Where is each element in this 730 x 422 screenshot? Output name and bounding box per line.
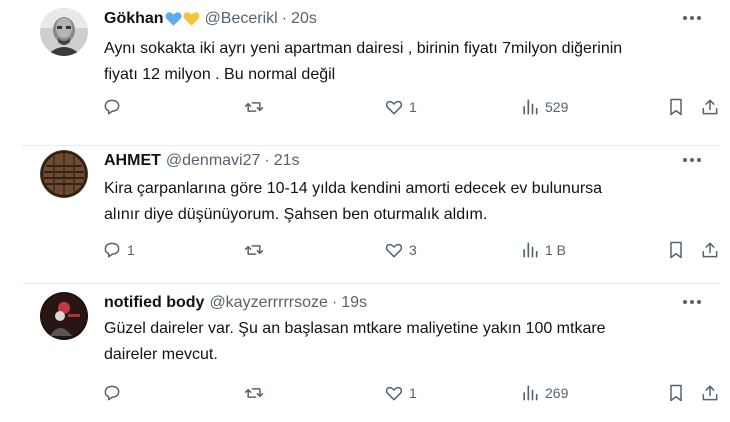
tweet-text-line: daireler mevcut. (104, 346, 218, 363)
retweet-icon (244, 102, 264, 112)
more-icon[interactable] (682, 12, 702, 24)
share-icon (702, 385, 718, 401)
author-handle[interactable]: @Becerikl (205, 10, 278, 28)
like-count: 3 (409, 242, 417, 258)
views-button[interactable]: 269 (520, 379, 568, 407)
share-icon (702, 242, 718, 258)
views-icon (523, 242, 538, 258)
tweet-text-line: Kira çarpanlarına göre 10-14 yılda kendi… (104, 180, 603, 197)
views-icon (523, 385, 538, 401)
reply-button[interactable]: 1 (102, 236, 135, 264)
reply-icon (104, 242, 120, 258)
bookmark-icon (670, 384, 682, 402)
tweet-text-line: Aynı sokakta iki ayrı yeni apartman dair… (104, 40, 623, 57)
separator-dot: · (281, 10, 288, 27)
bookmark-icon (670, 241, 682, 259)
retweet-button[interactable] (244, 379, 269, 407)
like-count: 1 (409, 385, 417, 401)
blue-heart-icon (165, 12, 182, 26)
bookmark-button[interactable] (666, 93, 686, 121)
share-button[interactable] (700, 93, 720, 121)
tweet-header: notified body @kayzerrrrrsoze · 19s (104, 292, 367, 314)
share-icon (702, 99, 718, 115)
tweet-text-line: fiyatı 12 milyon . Bu normal değil (104, 66, 336, 83)
yellow-heart-icon (183, 12, 200, 26)
bookmark-button[interactable] (666, 379, 686, 407)
author-handle[interactable]: @kayzerrrrrsoze (209, 294, 327, 312)
like-button[interactable]: 1 (384, 93, 417, 121)
author-name[interactable]: Gökhan (104, 10, 164, 28)
bookmark-button[interactable] (666, 236, 686, 264)
retweet-icon (244, 245, 264, 255)
retweet-button[interactable] (244, 236, 269, 264)
tweet-header: Gökhan @Becerikl · 20s (104, 8, 317, 30)
like-icon (385, 386, 403, 401)
reply-icon (104, 385, 120, 401)
tweet-feed: Gökhan @Becerikl · 20s Aynı sokakta iki … (0, 0, 730, 420)
views-button[interactable]: 1 B (520, 236, 566, 264)
tweet-text: Aynı sokakta iki ayrı yeni apartman dair… (104, 36, 694, 88)
tweet-text: Güzel daireler var. Şu an başlasan mtkar… (104, 316, 694, 368)
reply-count: 1 (127, 242, 135, 258)
share-button[interactable] (700, 379, 720, 407)
author-name[interactable]: notified body (104, 294, 204, 312)
like-icon (385, 243, 403, 258)
timestamp[interactable]: 19s (341, 294, 367, 312)
reply-button[interactable] (102, 379, 127, 407)
more-icon[interactable] (682, 154, 702, 166)
avatar-notified-body[interactable] (40, 292, 88, 340)
tweet-text-line: Güzel daireler var. Şu an başlasan mtkar… (104, 320, 606, 337)
separator-dot: · (331, 294, 338, 311)
action-bar: 1 3 1 B (92, 236, 722, 264)
tweet-text-line: alınır diye düşünüyorum. Şahsen ben otur… (104, 206, 488, 223)
timestamp[interactable]: 21s (274, 152, 300, 170)
bookmark-icon (670, 98, 682, 116)
avatar-ahmet[interactable] (40, 150, 88, 198)
author-name[interactable]: AHMET (104, 152, 161, 170)
timestamp[interactable]: 20s (291, 10, 317, 28)
tweet-text: Kira çarpanlarına göre 10-14 yılda kendi… (104, 176, 694, 228)
view-count: 269 (545, 385, 569, 401)
view-count: 529 (545, 99, 569, 115)
views-button[interactable]: 529 (520, 93, 568, 121)
retweet-button[interactable] (244, 93, 269, 121)
tweet-2[interactable]: AHMET @denmavi27 · 21s Kira çarpanlarına… (22, 146, 720, 284)
reply-icon (104, 99, 120, 115)
retweet-icon (244, 388, 264, 398)
like-count: 1 (409, 99, 417, 115)
reply-button[interactable] (102, 93, 127, 121)
view-count: 1 B (545, 242, 567, 258)
tweet-3[interactable]: notified body @kayzerrrrrsoze · 19s Güze… (22, 284, 720, 422)
views-icon (523, 99, 538, 115)
like-icon (385, 100, 403, 115)
author-handle[interactable]: @denmavi27 (166, 152, 261, 170)
separator-dot: · (264, 152, 270, 169)
more-icon[interactable] (682, 296, 702, 308)
tweet-header: AHMET @denmavi27 · 21s (104, 150, 300, 172)
tweet-1[interactable]: Gökhan @Becerikl · 20s Aynı sokakta iki … (22, 8, 720, 146)
action-bar: 1 269 (92, 379, 722, 407)
action-bar: 1 529 (92, 93, 722, 121)
like-button[interactable]: 3 (384, 236, 417, 264)
avatar-gokhan[interactable] (40, 8, 88, 56)
share-button[interactable] (700, 236, 720, 264)
like-button[interactable]: 1 (384, 379, 417, 407)
